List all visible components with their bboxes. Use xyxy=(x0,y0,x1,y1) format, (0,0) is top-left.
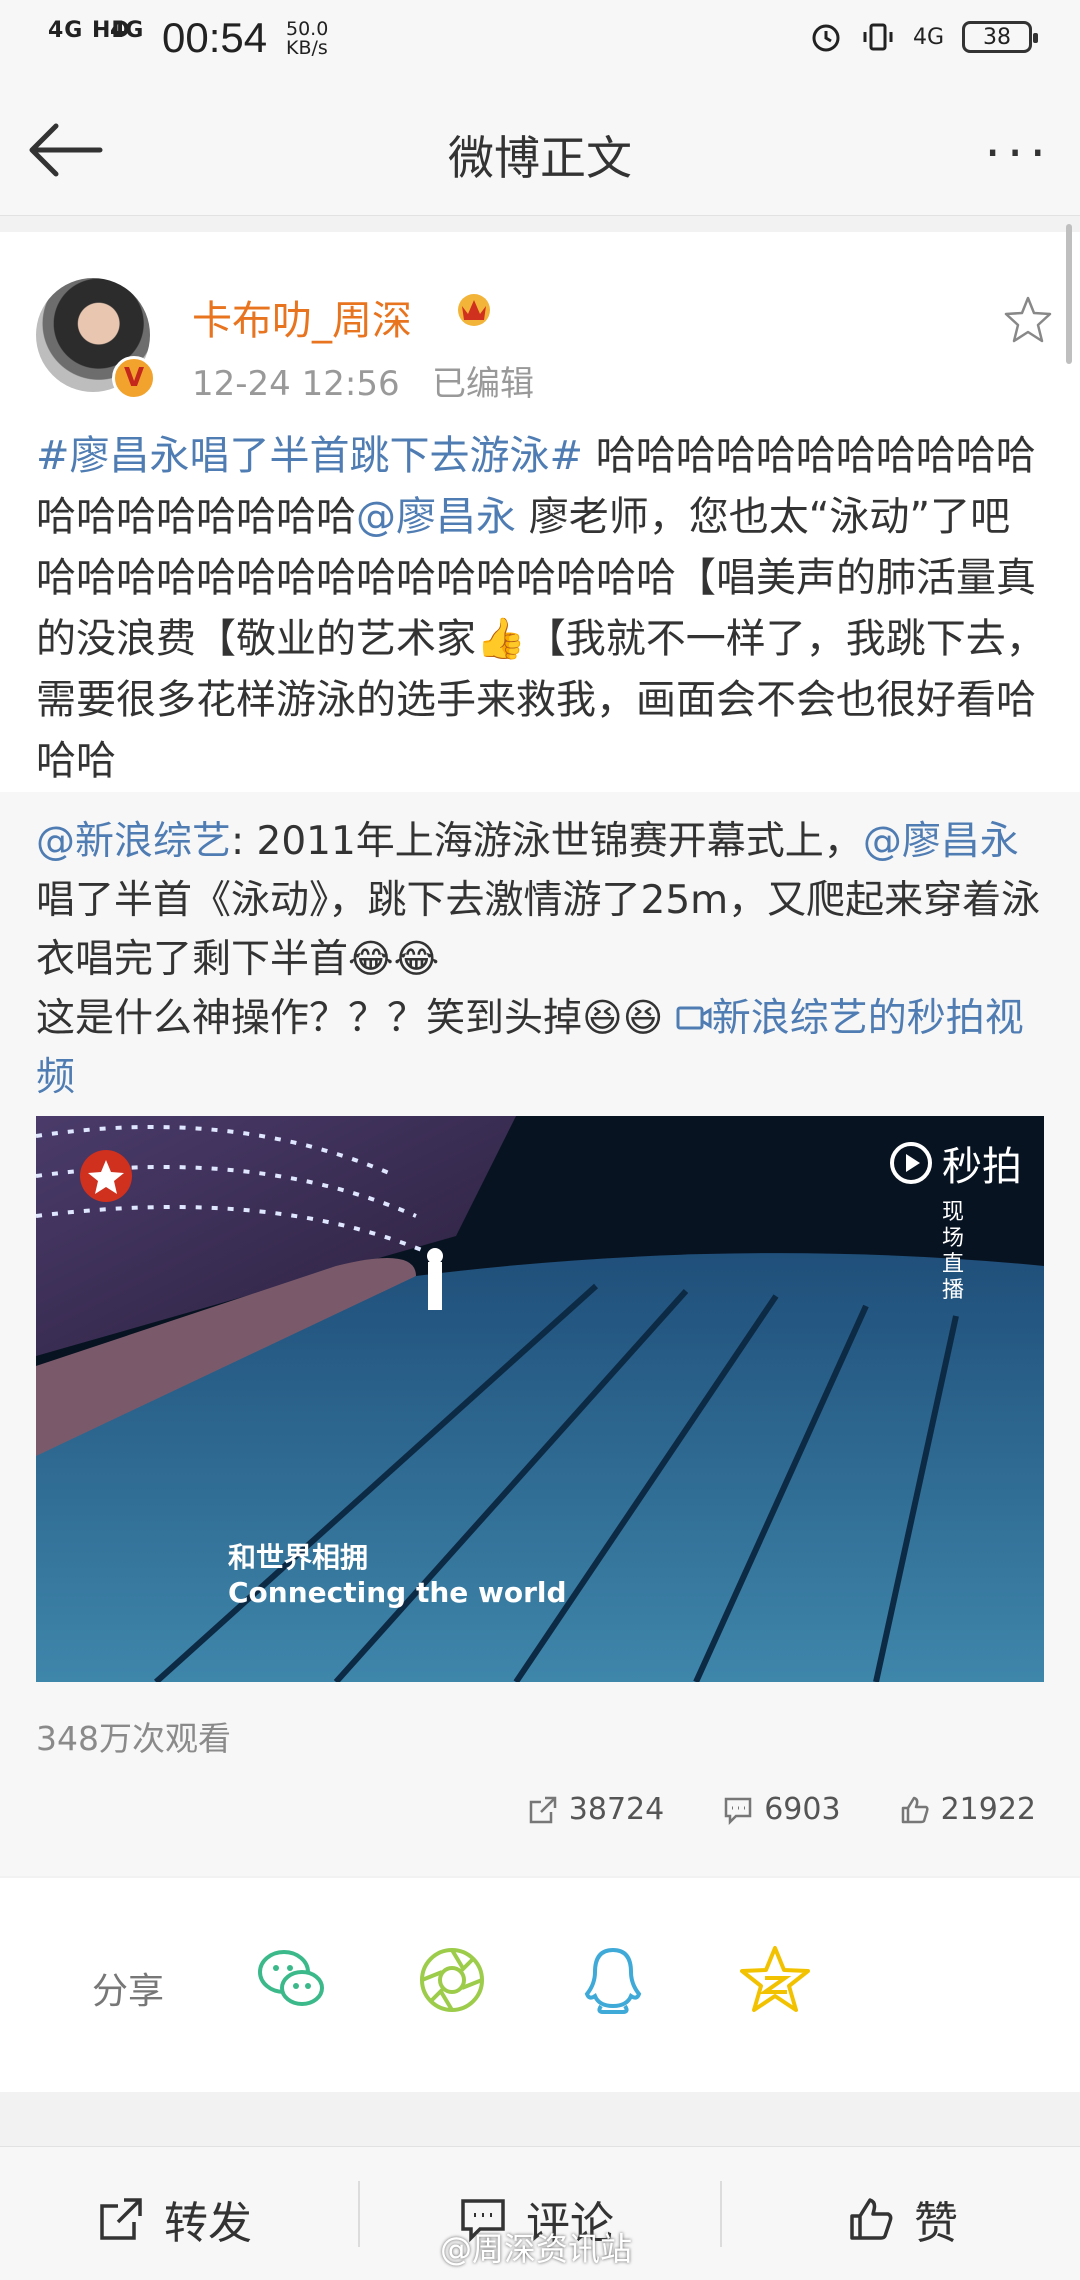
username[interactable]: 卡布叻_周深 xyxy=(192,288,412,346)
like-button[interactable]: 赞 xyxy=(846,2187,958,2251)
repost-button[interactable]: 转发 xyxy=(96,2187,252,2251)
comment-icon xyxy=(724,1797,752,1825)
divider xyxy=(720,2181,722,2247)
retweet-block[interactable]: @新浪综艺: 2011年上海游泳世锦赛开幕式上，@廖昌永 唱了半首《泳动》，跳下… xyxy=(0,792,1080,1876)
repost-icon-large xyxy=(100,2198,142,2240)
favorite-star-icon[interactable] xyxy=(1002,294,1054,346)
battery-icon: 38 xyxy=(962,21,1038,53)
alarm-icon xyxy=(812,24,840,52)
clock: 00:54 xyxy=(162,14,268,61)
status-icons: 4G 38 xyxy=(809,20,1038,54)
play-circle-icon xyxy=(890,1142,932,1184)
nav-bar: 微博正文 ··· xyxy=(0,84,1080,216)
view-count: 348万次观看 xyxy=(36,1719,231,1758)
network-type: 4G xyxy=(912,24,944,50)
thumbs-up-icon-large xyxy=(850,2198,893,2240)
retweet-stats: 38724 6903 21922 xyxy=(527,1792,1036,1827)
repost-count[interactable]: 38724 xyxy=(527,1792,664,1827)
mention-link-2[interactable]: @廖昌永 xyxy=(863,819,1019,864)
source-mention-link[interactable]: @新浪综艺 xyxy=(36,819,231,864)
thumbs-up-icon xyxy=(901,1796,929,1823)
wechat-icon[interactable] xyxy=(252,1940,332,2020)
watermark: @周深资讯站 xyxy=(440,2230,633,2268)
vibrate-icon xyxy=(863,23,893,51)
network-speed: 50.0 KB/s xyxy=(286,18,329,59)
share-bar: 分享 xyxy=(0,1878,1080,2092)
divider xyxy=(358,2181,360,2247)
live-label: 现场直播 xyxy=(942,1200,965,1303)
subtitle-en: Connecting the world xyxy=(228,1576,567,1609)
repost-icon xyxy=(529,1796,557,1823)
subtitle-cn: 和世界相拥 xyxy=(228,1541,369,1574)
crown-icon xyxy=(458,294,490,326)
video-player[interactable]: 秒拍 现场直播 和世界相拥 Connecting the world xyxy=(36,1116,1044,1682)
miaopai-logo: 秒拍 xyxy=(888,1134,1022,1192)
hashtag-link[interactable]: #廖昌永唱了半首跳下去游泳# xyxy=(36,433,583,479)
page-title: 微博正文 xyxy=(448,131,632,185)
post-text: #廖昌永唱了半首跳下去游泳# 哈哈哈哈哈哈哈哈哈哈哈哈哈哈哈哈哈哈哈@廖昌永 廖… xyxy=(36,433,1046,784)
scrollbar[interactable] xyxy=(1066,224,1072,364)
share-label: 分享 xyxy=(92,1971,165,2012)
retweet-text: @新浪综艺: 2011年上海游泳世锦赛开幕式上，@廖昌永 唱了半首《泳动》，跳下… xyxy=(36,819,1041,1100)
edited-label: 已编辑 xyxy=(432,364,535,404)
status-bar: 4G HD 4G 00:54 50.0 KB/s 4G 38 xyxy=(0,0,1080,84)
video-link-icon xyxy=(676,1006,712,1030)
verified-badge-icon: V xyxy=(112,356,156,400)
mention-link[interactable]: @廖昌永 xyxy=(356,494,516,540)
qq-icon[interactable] xyxy=(573,1940,653,2020)
more-options-icon[interactable]: ··· xyxy=(984,124,1052,184)
post-timestamp: 12-24 12:56 已编辑 xyxy=(192,364,535,404)
signal-icon-2: 4G xyxy=(110,18,144,43)
moments-icon[interactable] xyxy=(412,1940,492,2020)
qzone-icon[interactable] xyxy=(735,1940,815,2020)
comment-count[interactable]: 6903 xyxy=(722,1792,841,1827)
post-card: V 卡布叻_周深 12-24 12:56 已编辑 #廖昌永唱了半首跳下去游泳# … xyxy=(0,232,1080,792)
like-count[interactable]: 21922 xyxy=(899,1792,1036,1827)
